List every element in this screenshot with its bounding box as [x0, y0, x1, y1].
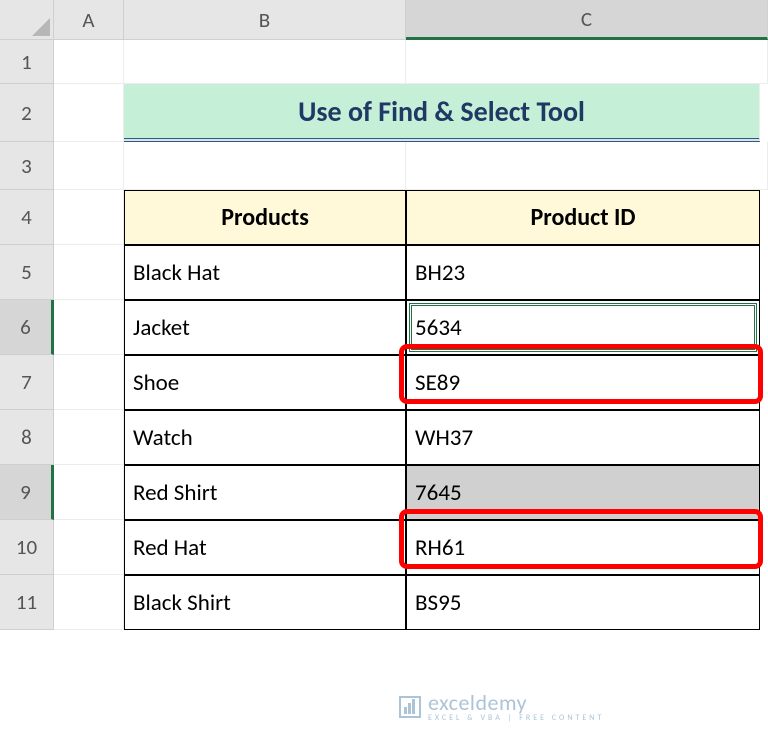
spreadsheet: A B C 1 2 Use of Find & Select Tool 3 4 …	[0, 0, 768, 630]
cell-C7[interactable]: SE89	[406, 355, 760, 410]
select-all-triangle-icon	[32, 18, 50, 36]
cell-C10[interactable]: RH61	[406, 520, 760, 575]
cell-B7[interactable]: Shoe	[124, 355, 406, 410]
cell-C6[interactable]: 5634	[406, 300, 760, 355]
cell-C8[interactable]: WH37	[406, 410, 760, 465]
cell-A9[interactable]	[54, 465, 124, 520]
row-9: 9 Red Shirt 7645	[0, 465, 768, 520]
cell-A10[interactable]	[54, 520, 124, 575]
cell-A5[interactable]	[54, 245, 124, 300]
row-5: 5 Black Hat BH23	[0, 245, 768, 300]
select-all-corner[interactable]	[0, 0, 54, 40]
row-4: 4 Products Product ID	[0, 190, 768, 245]
row-header-1[interactable]: 1	[0, 40, 54, 84]
cell-A8[interactable]	[54, 410, 124, 465]
row-header-11[interactable]: 11	[0, 575, 54, 630]
cell-B5[interactable]: Black Hat	[124, 245, 406, 300]
row-8: 8 Watch WH37	[0, 410, 768, 465]
title-cell[interactable]: Use of Find & Select Tool	[124, 84, 760, 142]
row-header-6[interactable]: 6	[0, 300, 54, 355]
row-6: 6 Jacket 5634	[0, 300, 768, 355]
cell-B1[interactable]	[124, 40, 406, 84]
column-headers-row: A B C	[0, 0, 768, 40]
cell-C9[interactable]: 7645	[406, 465, 760, 520]
cell-A11[interactable]	[54, 575, 124, 630]
cell-C1[interactable]	[406, 40, 768, 84]
row-header-10[interactable]: 10	[0, 520, 54, 575]
row-header-2[interactable]: 2	[0, 84, 54, 142]
column-header-B[interactable]: B	[124, 0, 406, 40]
row-header-8[interactable]: 8	[0, 410, 54, 465]
row-header-5[interactable]: 5	[0, 245, 54, 300]
row-11: 11 Black Shirt BS95	[0, 575, 768, 630]
cell-B8[interactable]: Watch	[124, 410, 406, 465]
watermark-tagline: EXCEL & VBA | FREE CONTENT	[428, 714, 604, 722]
watermark-logo-icon	[398, 695, 422, 719]
cell-A4[interactable]	[54, 190, 124, 245]
column-header-C[interactable]: C	[406, 0, 768, 40]
cell-A7[interactable]	[54, 355, 124, 410]
cell-B9[interactable]: Red Shirt	[124, 465, 406, 520]
cell-C3[interactable]	[406, 142, 768, 190]
table-header-product-id[interactable]: Product ID	[406, 190, 760, 245]
watermark-text: exceldemy EXCEL & VBA | FREE CONTENT	[428, 692, 604, 722]
row-header-4[interactable]: 4	[0, 190, 54, 245]
table-header-products[interactable]: Products	[124, 190, 406, 245]
cell-A3[interactable]	[54, 142, 124, 190]
cell-A6[interactable]	[54, 300, 124, 355]
cell-A1[interactable]	[54, 40, 124, 84]
cell-B11[interactable]: Black Shirt	[124, 575, 406, 630]
row-2: 2 Use of Find & Select Tool	[0, 84, 768, 142]
cell-B10[interactable]: Red Hat	[124, 520, 406, 575]
cell-A2[interactable]	[54, 84, 124, 142]
row-header-9[interactable]: 9	[0, 465, 54, 520]
cell-C5[interactable]: BH23	[406, 245, 760, 300]
row-7: 7 Shoe SE89	[0, 355, 768, 410]
cell-C11[interactable]: BS95	[406, 575, 760, 630]
watermark-brand: exceldemy	[428, 692, 604, 714]
row-header-3[interactable]: 3	[0, 142, 54, 190]
watermark: exceldemy EXCEL & VBA | FREE CONTENT	[398, 692, 604, 722]
row-3: 3	[0, 142, 768, 190]
cell-B3[interactable]	[124, 142, 406, 190]
cell-B6[interactable]: Jacket	[124, 300, 406, 355]
row-header-7[interactable]: 7	[0, 355, 54, 410]
row-10: 10 Red Hat RH61	[0, 520, 768, 575]
row-1: 1	[0, 40, 768, 84]
column-header-A[interactable]: A	[54, 0, 124, 40]
